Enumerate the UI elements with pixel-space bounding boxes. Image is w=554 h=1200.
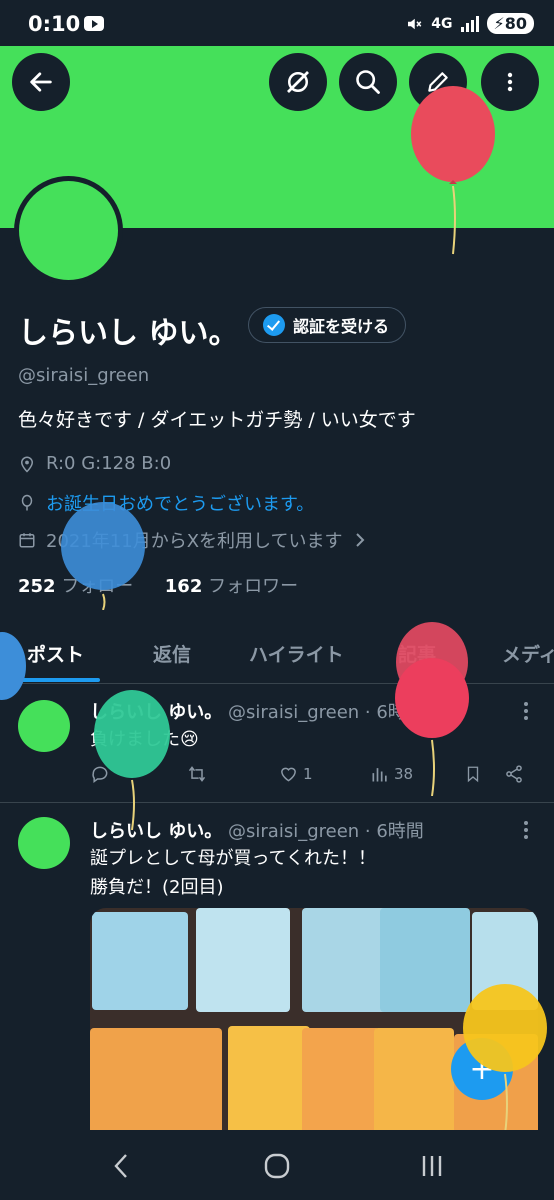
youtube-icon	[84, 16, 104, 31]
followers-link[interactable]: 162 フォロワー	[165, 576, 298, 597]
chevron-left-icon	[114, 1154, 127, 1178]
post-header: しらいし ゆい。 @siraisi_green · 6時間	[90, 698, 424, 724]
profile-tabs: ポスト 返信 ハイライト 記事 メディア	[0, 626, 554, 684]
status-bar: 0:10 4G ⚡80	[0, 0, 554, 46]
post-avatar[interactable]	[18, 817, 70, 869]
status-icons: 4G ⚡80	[405, 13, 534, 34]
post-more-icon[interactable]	[524, 821, 530, 839]
tab-highlights[interactable]: ハイライト	[249, 640, 344, 667]
search-button[interactable]	[339, 53, 397, 111]
tab-replies[interactable]: 返信	[153, 640, 191, 667]
image-pack	[92, 912, 188, 1010]
post-header: しらいし ゆい。 @siraisi_green · 6時間	[90, 817, 424, 843]
post-text-line-1: 誕プレとして母が買ってくれた！！	[90, 848, 377, 869]
location-pin-icon	[20, 456, 34, 473]
get-verified-button[interactable]: 認証を受ける	[248, 307, 407, 343]
post-handle-time: @siraisi_green · 6時間	[228, 702, 424, 723]
joined-text: 2021年11月からXを利用しています	[46, 531, 343, 552]
views-chart-icon	[372, 768, 387, 782]
post-author-name[interactable]: しらいし ゆい。	[90, 702, 222, 723]
tab-articles[interactable]: 記事	[398, 640, 436, 667]
edit-button[interactable]	[409, 53, 467, 111]
location-text: R:0 G:128 B:0	[46, 453, 172, 474]
grok-button[interactable]	[269, 53, 327, 111]
birthday-text[interactable]: お誕生日おめでとうございます。	[46, 490, 314, 516]
signal-icon	[460, 15, 479, 32]
get-verified-label: 認証を受ける	[293, 317, 390, 336]
battery-indicator: ⚡80	[486, 13, 534, 34]
nav-home-button[interactable]	[257, 1150, 297, 1182]
pencil-icon	[428, 72, 448, 92]
image-pack	[374, 1028, 454, 1138]
followers-label: フォロワー	[208, 576, 299, 597]
tab-media[interactable]: メディア	[502, 640, 554, 667]
profile-handle: @siraisi_green	[18, 365, 150, 386]
image-pack	[228, 1026, 310, 1138]
bookmark-icon	[467, 766, 479, 783]
balloon-icon	[21, 494, 33, 511]
post-text: 負けました😢	[90, 729, 199, 750]
following-link[interactable]: 252 フォロー	[18, 576, 133, 597]
reply-icon	[92, 766, 108, 783]
calendar-icon	[19, 533, 35, 548]
home-circle-icon	[264, 1153, 290, 1179]
compose-post-button[interactable]: +	[451, 1038, 513, 1100]
image-pack	[380, 908, 470, 1012]
repost-icon	[188, 766, 206, 782]
post-item[interactable]: しらいし ゆい。 @siraisi_green · 6時間 負けました😢 1 3…	[0, 684, 554, 802]
repost-button[interactable]	[186, 764, 208, 784]
active-tab-indicator	[18, 678, 100, 682]
plus-icon: +	[469, 1051, 495, 1087]
tab-posts[interactable]: ポスト	[27, 640, 84, 667]
verified-badge-icon	[263, 314, 285, 336]
post-actions: 1 38	[90, 764, 530, 794]
image-pack	[302, 908, 392, 1012]
recents-icon	[422, 1156, 442, 1176]
follow-stats: 252 フォロー 162 フォロワー	[18, 572, 298, 598]
post-more-icon[interactable]	[524, 702, 530, 720]
profile-bio: 色々好きです / ダイエットガチ勢 / いい女です	[18, 409, 416, 431]
post-avatar[interactable]	[18, 700, 70, 752]
share-icon	[506, 765, 522, 783]
location-row: R:0 G:128 B:0	[18, 453, 171, 474]
image-pack	[302, 1028, 380, 1138]
mute-icon	[408, 18, 422, 29]
nav-recents-button[interactable]	[412, 1150, 452, 1182]
image-pack	[472, 912, 538, 1010]
like-button[interactable]: 1	[278, 764, 313, 784]
post-text-line-2: 勝負だ！(2回目)	[90, 877, 224, 898]
following-count: 252	[18, 576, 56, 597]
bookmark-button[interactable]	[464, 764, 482, 784]
network-type: 4G	[431, 15, 453, 32]
view-count: 38	[394, 765, 414, 783]
search-icon	[356, 70, 380, 94]
followers-count: 162	[164, 576, 203, 597]
post-handle-time: @siraisi_green · 6時間	[228, 821, 424, 842]
back-arrow-icon	[30, 72, 52, 92]
heart-icon	[281, 767, 296, 782]
post-author-name[interactable]: しらいし ゆい。	[90, 821, 222, 842]
share-button[interactable]	[504, 764, 524, 784]
status-time: 0:10	[28, 12, 81, 36]
nav-back-button[interactable]	[102, 1150, 142, 1182]
profile-avatar[interactable]	[14, 176, 123, 285]
back-button[interactable]	[12, 53, 70, 111]
grok-icon	[287, 71, 309, 93]
post-image[interactable]	[90, 908, 538, 1138]
chevron-right-icon	[355, 533, 364, 547]
display-name: しらいし ゆい。	[18, 316, 239, 351]
system-nav-bar	[0, 1130, 554, 1200]
image-pack	[90, 1028, 222, 1138]
birthday-row: お誕生日おめでとうございます。	[18, 490, 314, 516]
more-options-button[interactable]	[481, 53, 539, 111]
reply-button[interactable]	[90, 764, 110, 784]
following-label: フォロー	[61, 576, 134, 597]
like-count: 1	[303, 765, 313, 783]
image-pack	[196, 908, 290, 1012]
views-button[interactable]: 38	[370, 764, 413, 784]
more-vertical-icon	[507, 72, 513, 92]
joined-row[interactable]: 2021年11月からXを利用しています	[18, 527, 367, 553]
